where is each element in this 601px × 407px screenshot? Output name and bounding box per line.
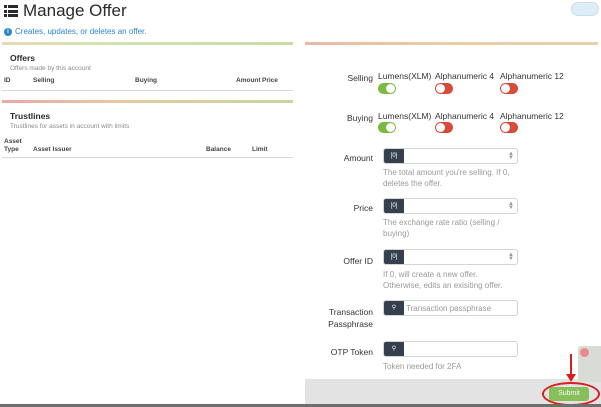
trustlines-divider	[2, 100, 293, 103]
form-divider	[305, 42, 598, 45]
trustlines-col-asset-issuer: Asset Issuer	[33, 146, 72, 153]
price-input[interactable]	[406, 199, 506, 213]
selling-label: Selling	[347, 73, 373, 83]
offer-id-input[interactable]	[406, 250, 506, 264]
trustlines-col-limit: Limit	[252, 146, 268, 153]
selling-option-xlm-label: Lumens(XLM)	[378, 71, 432, 81]
info-text: Creates, updates, or deletes an offer.	[15, 27, 147, 36]
selling-alpha12-toggle[interactable]	[500, 83, 518, 94]
buying-option-alpha12-label: Alphanumeric 12	[500, 111, 564, 121]
list-icon	[4, 5, 18, 17]
offers-col-price: Price	[262, 77, 278, 84]
selling-option-alpha12-label: Alphanumeric 12	[500, 71, 564, 81]
buying-xlm-toggle[interactable]	[378, 122, 396, 133]
offer-id-help: If 0, will create a new offer. Otherwise…	[383, 270, 503, 290]
price-help: The exchange rate ratio (selling / buyin…	[383, 218, 500, 238]
price-input-group: [0] ▲ ▼	[383, 198, 518, 214]
amount-spinner-icon[interactable]: ▲ ▼	[508, 151, 514, 161]
amount-input[interactable]	[406, 149, 506, 163]
buying-alpha12-toggle[interactable]	[500, 122, 518, 133]
passphrase-input-group: ⚲	[383, 300, 518, 316]
selling-option-alpha4-label: Alphanumeric 4	[435, 71, 495, 81]
offers-col-amount: Amount	[236, 77, 261, 84]
otp-input[interactable]	[406, 342, 506, 356]
amount-input-group: [0] ▲ ▼	[383, 148, 518, 164]
offers-table-header: ID Selling Buying Amount Price	[2, 77, 293, 89]
offers-col-selling: Selling	[33, 77, 55, 84]
buying-label: Buying	[347, 113, 373, 123]
offer-id-label: Offer ID	[343, 256, 373, 266]
top-right-button[interactable]	[571, 2, 599, 16]
offer-id-input-group: [0] ▲ ▼	[383, 249, 518, 265]
key-icon: ⚲	[384, 301, 404, 315]
offers-col-buying: Buying	[135, 77, 158, 84]
page-header: Manage Offer	[4, 0, 127, 22]
trustlines-col-asset-type: Asset Type	[4, 138, 22, 153]
trustlines-table-header: Asset Type Asset Issuer Balance Limit	[2, 138, 293, 156]
trustlines-title: Trustlines	[10, 111, 51, 121]
buying-option-alpha4-label: Alphanumeric 4	[435, 111, 495, 121]
otp-label: OTP Token	[330, 347, 373, 357]
numeric-addon-icon: [0]	[384, 149, 404, 163]
passphrase-label: Transaction Passphrase	[328, 307, 373, 329]
trustlines-col-balance: Balance	[206, 146, 231, 153]
numeric-addon-icon: [0]	[384, 199, 404, 213]
buying-option-xlm-label: Lumens(XLM)	[378, 111, 432, 121]
close-icon[interactable]	[580, 348, 589, 357]
right-panel	[305, 42, 598, 45]
selling-alpha4-toggle[interactable]	[435, 83, 453, 94]
offers-divider	[2, 42, 293, 45]
amount-label: Amount	[343, 153, 373, 163]
numeric-addon-icon: [0]	[384, 250, 404, 264]
trustlines-subtitle: Trustlines for assets in account with li…	[10, 123, 130, 130]
offers-title: Offers	[10, 53, 36, 63]
amount-help: The total amount you're selling. If 0, d…	[383, 168, 510, 188]
passphrase-input[interactable]	[406, 301, 506, 315]
price-spinner-icon[interactable]: ▲ ▼	[508, 201, 514, 211]
annotation-arrow-head	[566, 374, 576, 382]
buying-alpha4-toggle[interactable]	[435, 122, 453, 133]
left-panel: Offers Offers made by this account ID Se…	[2, 42, 293, 158]
page-title: Manage Offer	[23, 1, 127, 20]
annotation-arrow-line	[570, 354, 572, 375]
key-icon: ⚲	[384, 342, 404, 356]
info-icon: i	[4, 27, 12, 36]
trustlines-table-rule	[2, 157, 293, 158]
price-label: Price	[353, 203, 373, 213]
annotation-highlight-circle	[542, 382, 600, 406]
info-line: i Creates, updates, or deletes an offer.	[4, 27, 147, 36]
otp-help: Token needed for 2FA	[383, 362, 462, 371]
offer-id-spinner-icon[interactable]: ▲ ▼	[508, 252, 514, 262]
selling-xlm-toggle[interactable]	[378, 83, 396, 94]
otp-input-group: ⚲	[383, 341, 518, 357]
offers-table-rule	[2, 90, 293, 91]
offers-col-id: ID	[4, 77, 11, 84]
offers-subtitle: Offers made by this account	[10, 65, 91, 72]
